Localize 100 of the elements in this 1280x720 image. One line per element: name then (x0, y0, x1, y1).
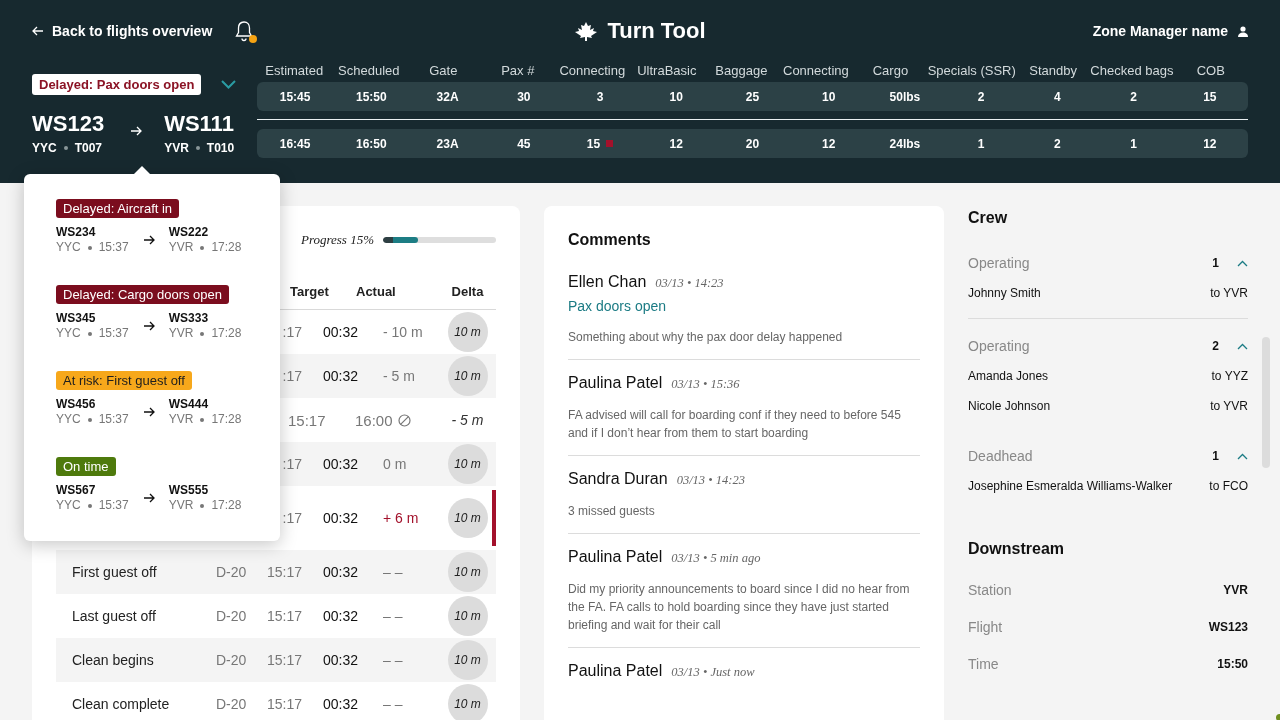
column-header: Connecting (558, 62, 627, 78)
app-title: Turn Tool (607, 18, 706, 44)
flight-menu-item[interactable]: Delayed: Cargo doors open WS345 YYC 15:37 WS333 YVR 17:28 (56, 285, 248, 371)
column-header: Standby (1028, 62, 1078, 78)
flight-menu-item[interactable]: At risk: First guest off WS456 YYC 15:37 WS444 YVR 17:28 (56, 371, 248, 457)
chevron-up-icon[interactable] (1237, 259, 1248, 267)
target-time: 00:32 (323, 608, 360, 624)
chevron-up-icon[interactable] (1237, 342, 1248, 350)
progress-label: Progress 15% (300, 232, 374, 248)
comment-text: Something about why the pax door delay happened (568, 329, 844, 346)
target-time: 00:32 (323, 564, 360, 580)
task-time: :17 (281, 324, 303, 340)
stat-value: 15:50 (356, 89, 387, 104)
column-header: COB (1195, 62, 1226, 78)
delta-badge: 10 m (447, 498, 488, 538)
stat-value: 2 (1130, 89, 1137, 104)
chevron-up-icon[interactable] (1237, 452, 1248, 460)
flight-number: WS123 (32, 111, 105, 137)
stat-value: 1 (1130, 136, 1137, 151)
actual-time: – – (383, 696, 404, 712)
station-code: YVR (164, 141, 189, 155)
flight-menu-item[interactable]: Delayed: Aircraft in WS234 YYC 15:37 WS222 YVR 17:28 (56, 199, 248, 285)
stat-value: 24lbs (889, 136, 921, 151)
stat-value: 50lbs (889, 89, 921, 104)
station-code: YYC (56, 498, 81, 513)
station-code: YYC (56, 240, 81, 255)
section-title: Comments (568, 231, 652, 249)
flight-number: WS444 (168, 397, 210, 412)
stat-value: 16:50 (356, 136, 387, 151)
chevron-down-icon[interactable] (221, 80, 237, 89)
task-time: 15:17 (267, 608, 304, 624)
task-code: D-20 (216, 564, 248, 580)
status-badge: Delayed: Aircraft in (56, 199, 180, 218)
flight-time: 15:37 (98, 240, 129, 255)
comment-text: 3 missed guests (568, 503, 656, 520)
flight-time: 15:37 (98, 326, 129, 341)
stat-value: 2 (977, 89, 985, 104)
stat-value: 45 (517, 136, 531, 151)
actual-time: 16:00 (355, 411, 393, 429)
delta-badge: 10 m (447, 552, 488, 592)
flight-number: WS222 (168, 225, 210, 240)
stat-value: 15:45 (279, 89, 311, 104)
crew-name: Amanda Jones (968, 369, 1049, 383)
status-badge: Delayed: Pax doors open (32, 74, 202, 95)
stat-value: 12 (1203, 136, 1217, 151)
target-time: 00:32 (323, 696, 360, 712)
column-header: Actual (356, 283, 396, 299)
target-time: 00:32 (323, 456, 360, 472)
flight-time: 15:37 (98, 498, 129, 513)
section-title: Crew (968, 208, 1009, 228)
target-time: 00:32 (323, 510, 360, 526)
flight-number: WS456 (56, 397, 97, 412)
stat-value: 10 (669, 89, 683, 104)
comment-time: 03/13 • Just now (671, 665, 755, 680)
target-time: 00:32 (323, 368, 360, 384)
crew-destination: to FCO (1209, 479, 1248, 493)
stat-value: 12 (822, 136, 836, 151)
slashed-circle-icon (397, 413, 411, 427)
stat-value: 2 (1054, 136, 1061, 151)
task-time: 15:17 (267, 564, 304, 580)
task-code: D-20 (216, 652, 248, 668)
crew-count: 1 (1212, 449, 1219, 463)
delta-badge: 10 m (447, 356, 488, 396)
task-name: Clean begins (72, 652, 155, 668)
user-menu[interactable]: Zone Manager name (1092, 23, 1248, 39)
task-time: 15:17 (288, 411, 326, 429)
flight-menu-item[interactable]: On time WS567 YYC 15:37 WS555 YVR 17:28 (56, 457, 248, 543)
comment-author: Paulina Patel (568, 374, 663, 392)
delta-value: - 5 m (451, 412, 484, 428)
station-code: YVR (168, 326, 194, 341)
comment-time: 03/13 • 15:36 (671, 377, 740, 392)
field-label: Station (968, 581, 1012, 598)
crew-destination: to YVR (1210, 399, 1248, 413)
task-code: D-20 (216, 696, 248, 712)
crew-role: Deadhead (968, 448, 1034, 464)
task-time: :17 (281, 456, 303, 472)
crew-role: Operating (968, 255, 1031, 271)
delta-badge: 10 m (447, 596, 488, 636)
comment-time: 03/13 • 14:23 (676, 473, 745, 488)
crew-destination: to YYZ (1211, 369, 1248, 383)
status-badge: At risk: First guest off (56, 371, 192, 390)
flight-number: WS111 (164, 111, 235, 137)
back-link[interactable]: Back to flights overview (32, 23, 213, 39)
flight-time: 17:28 (211, 240, 242, 255)
station-code: YVR (168, 498, 194, 513)
crew-name: Josephine Esmeralda Williams-Walker (968, 479, 1173, 493)
arrow-icon (142, 493, 155, 503)
task-name: First guest off (72, 564, 158, 580)
column-header: Checked bags (1090, 62, 1174, 78)
comment-author: Paulina Patel (568, 548, 663, 566)
scrollbar[interactable] (1262, 337, 1270, 468)
column-header: Target (290, 283, 329, 299)
flight-time: 17:28 (211, 326, 242, 341)
flight-number: WS555 (168, 483, 210, 498)
stat-value: 1 (977, 136, 985, 151)
arrow-icon (142, 407, 155, 417)
station-code: YVR (168, 240, 194, 255)
flight-time: 17:28 (211, 498, 242, 513)
column-header: UltraBasic (636, 62, 698, 78)
comment-tag: Pax doors open (568, 298, 920, 314)
